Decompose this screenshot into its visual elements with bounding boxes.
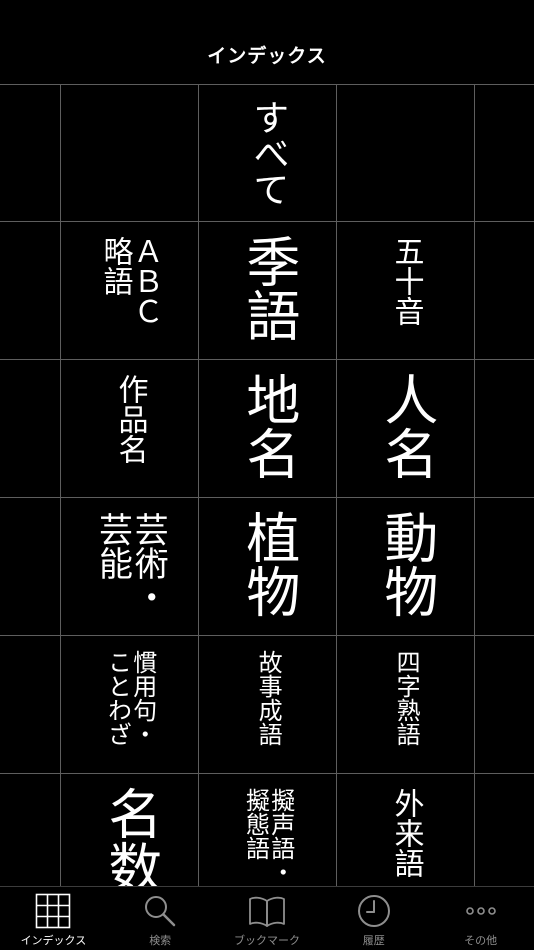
index-cell-gairaigo[interactable]: 外来語	[337, 774, 474, 886]
app-screen: インデックス すべて 五十音 季語 ＡＢＣ 略語 人名 地名 作品名 動物 植物…	[0, 0, 534, 950]
tab-bookmark[interactable]: ブックマーク	[214, 887, 321, 950]
tab-more[interactable]: その他	[427, 887, 534, 950]
index-cell-label: 擬声語・ 擬態語	[241, 788, 295, 884]
tab-index[interactable]: インデックス	[0, 887, 107, 950]
index-cell-label: 人名	[374, 372, 438, 480]
index-cell-label: 四字熟語	[392, 650, 421, 746]
index-cell-abc-ryakugo[interactable]: ＡＢＣ 略語	[61, 222, 198, 359]
index-grid: すべて 五十音 季語 ＡＢＣ 略語 人名 地名 作品名 動物 植物 芸術・ 芸能…	[0, 84, 534, 886]
index-cell-label: 名数	[98, 786, 162, 886]
tab-label: インデックス	[20, 934, 87, 947]
tab-label: 履歴	[362, 934, 385, 947]
tab-bar: インデックス 検索 ブックマーク 履歴 その他	[0, 886, 534, 950]
index-cell-label: 芸術・ 芸能	[92, 512, 169, 614]
index-cell-geijutsu-geino[interactable]: 芸術・ 芸能	[61, 498, 198, 635]
index-cell-doubutsu[interactable]: 動物	[337, 498, 474, 635]
index-cell-meisushi[interactable]: 名数	[61, 774, 198, 886]
index-cell-kigo[interactable]: 季語	[199, 222, 336, 359]
index-cell-shokubutsu[interactable]: 植物	[199, 498, 336, 635]
tab-label: 検索	[149, 934, 172, 947]
index-cell-label: 故事成語	[254, 650, 283, 746]
index-cell-label: 慣用句・ ことわざ	[103, 650, 157, 746]
index-cell-label: 植物	[236, 510, 300, 618]
search-icon	[142, 893, 178, 929]
index-cell-sakuhinmei[interactable]: 作品名	[61, 360, 198, 497]
index-cell-yojijukugo[interactable]: 四字熟語	[337, 636, 474, 773]
navigation-bar: インデックス	[0, 0, 534, 84]
index-cell-jinmei[interactable]: 人名	[337, 360, 474, 497]
page-title: インデックス	[207, 44, 327, 67]
tab-label: ブックマーク	[233, 934, 300, 947]
tab-search[interactable]: 検索	[107, 887, 214, 950]
index-cell-gojuon[interactable]: 五十音	[337, 222, 474, 359]
grid-line	[474, 84, 475, 886]
tab-history[interactable]: 履歴	[320, 887, 427, 950]
index-cell-label: 地名	[236, 372, 300, 480]
grid-icon	[35, 893, 71, 929]
more-icon	[463, 893, 499, 929]
index-cell-label: 季語	[236, 234, 300, 342]
clock-icon	[356, 893, 392, 929]
index-cell-label: 動物	[374, 510, 438, 618]
index-cell-all[interactable]: すべて	[199, 85, 336, 222]
index-cell-koji-seigo[interactable]: 故事成語	[199, 636, 336, 773]
book-icon	[247, 893, 287, 929]
index-cell-label: 五十音	[388, 236, 424, 326]
index-cell-label: 作品名	[112, 374, 148, 464]
index-cell-label: 外来語	[388, 788, 424, 878]
index-cell-label: ＡＢＣ 略語	[97, 236, 163, 326]
index-cell-giseigo-gitaigo[interactable]: 擬声語・ 擬態語	[199, 774, 336, 886]
tab-label: その他	[464, 934, 498, 947]
index-cell-chimei[interactable]: 地名	[199, 360, 336, 497]
index-cell-kanyoku-kotowaza[interactable]: 慣用句・ ことわざ	[61, 636, 198, 773]
index-cell-label: すべて	[247, 99, 289, 207]
